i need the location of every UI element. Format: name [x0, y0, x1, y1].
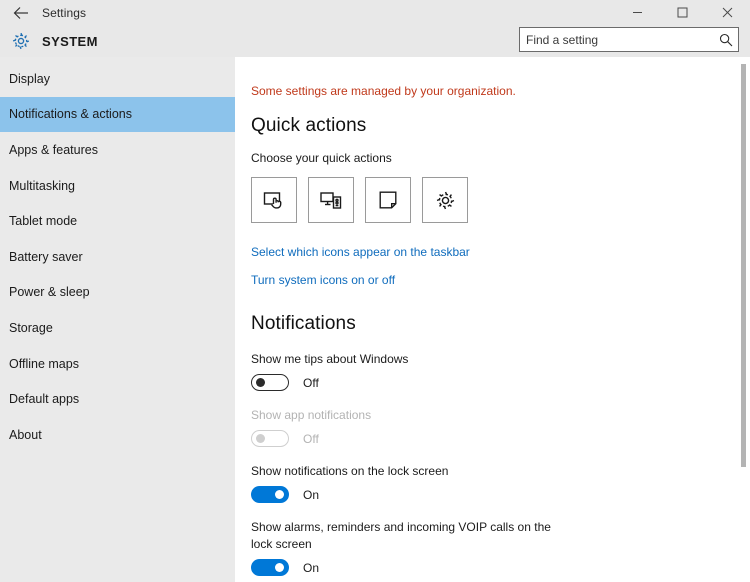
toggle-state-label: Off — [303, 431, 319, 446]
sidebar-item-label: Storage — [9, 320, 53, 335]
toggle-show-tips[interactable] — [251, 374, 289, 391]
sidebar-item-default-apps[interactable]: Default apps — [0, 381, 235, 417]
toggle-row: On — [251, 486, 750, 503]
sidebar-item-offline-maps[interactable]: Offline maps — [0, 346, 235, 382]
minimize-button[interactable] — [615, 0, 660, 25]
quick-actions-subheading: Choose your quick actions — [251, 151, 392, 165]
sidebar-item-label: Offline maps — [9, 356, 79, 371]
search-input[interactable] — [520, 28, 714, 51]
sidebar-item-label: About — [9, 427, 42, 442]
note-icon — [377, 189, 399, 211]
tablet-mode-icon — [262, 188, 286, 212]
sidebar-item-label: Multitasking — [9, 178, 75, 193]
sidebar-item-label: Battery saver — [9, 249, 83, 264]
quick-action-note[interactable] — [365, 177, 411, 223]
sidebar-item-display[interactable]: Display — [0, 61, 235, 97]
gear-icon — [434, 189, 457, 212]
toggle-state-label: On — [303, 560, 320, 575]
toggle-row: Off — [251, 430, 750, 447]
organization-managed-note: Some settings are managed by your organi… — [251, 84, 516, 98]
sidebar-item-label: Power & sleep — [9, 285, 90, 300]
quick-action-connect[interactable] — [308, 177, 354, 223]
toggle-knob — [275, 563, 284, 572]
page-title: SYSTEM — [42, 33, 98, 49]
setting-label: Show alarms, reminders and incoming VOIP… — [251, 520, 551, 551]
gear-icon — [0, 31, 42, 51]
link-turn-system-icons[interactable]: Turn system icons on or off — [251, 273, 750, 287]
sidebar-item-label: Tablet mode — [9, 214, 78, 229]
quick-action-tablet-mode[interactable] — [251, 177, 297, 223]
setting-label: Show app notifications — [251, 408, 372, 422]
window-controls — [615, 0, 750, 25]
settings-window: Settings SYSTEM Find a setting Display N… — [0, 0, 750, 582]
settings-content: Some settings are managed by your organi… — [235, 57, 750, 582]
scrollbar-thumb[interactable] — [741, 64, 746, 467]
sidebar-item-label: Default apps — [9, 392, 80, 407]
setting-show-tips: Show me tips about Windows Off — [251, 351, 750, 391]
notifications-heading: Notifications — [251, 313, 356, 334]
toggle-state-label: Off — [303, 375, 319, 390]
sidebar-item-about[interactable]: About — [0, 417, 235, 453]
sidebar-item-notifications-actions[interactable]: Notifications & actions — [0, 96, 235, 133]
toggle-show-app-notifications — [251, 430, 289, 447]
sidebar-item-battery-saver[interactable]: Battery saver — [0, 239, 235, 275]
toggle-row: Off — [251, 374, 750, 391]
sidebar-item-label: Notifications & actions — [9, 107, 132, 122]
toggle-lock-screen-alarms[interactable] — [251, 559, 289, 576]
sidebar-item-power-sleep[interactable]: Power & sleep — [0, 275, 235, 311]
search-icon[interactable] — [714, 28, 738, 51]
toggle-knob — [256, 378, 265, 387]
sidebar-item-tablet-mode[interactable]: Tablet mode — [0, 203, 235, 239]
sidebar-item-apps-features[interactable]: Apps & features — [0, 132, 235, 168]
back-button[interactable] — [0, 0, 42, 25]
content-scrollbar[interactable] — [737, 57, 750, 582]
sidebar-item-multitasking[interactable]: Multitasking — [0, 168, 235, 204]
setting-label: Show notifications on the lock screen — [251, 464, 449, 478]
quick-action-tiles — [251, 177, 750, 223]
connect-devices-icon — [319, 188, 343, 212]
sidebar-nav: Display Notifications & actions Apps & f… — [0, 57, 235, 582]
window-body: Display Notifications & actions Apps & f… — [0, 57, 750, 582]
link-select-taskbar-icons[interactable]: Select which icons appear on the taskbar — [251, 245, 750, 259]
window-title: Settings — [42, 5, 87, 20]
maximize-button[interactable] — [660, 0, 705, 25]
quick-actions-heading: Quick actions — [251, 115, 367, 136]
search-box[interactable] — [519, 27, 739, 52]
close-button[interactable] — [705, 0, 750, 25]
sidebar-item-label: Display — [9, 71, 50, 86]
toggle-lock-screen-notifications[interactable] — [251, 486, 289, 503]
sidebar-item-label: Apps & features — [9, 142, 98, 157]
toggle-knob — [256, 434, 265, 443]
toggle-row: On — [251, 559, 750, 576]
setting-lock-screen-alarms: Show alarms, reminders and incoming VOIP… — [251, 519, 750, 576]
setting-lock-screen-notifications: Show notifications on the lock screen On — [251, 463, 750, 503]
sidebar-item-storage[interactable]: Storage — [0, 310, 235, 346]
setting-label: Show me tips about Windows — [251, 352, 409, 366]
title-bar: Settings — [0, 0, 750, 25]
toggle-knob — [275, 490, 284, 499]
setting-show-app-notifications: Show app notifications Off — [251, 407, 750, 447]
quick-action-all-settings[interactable] — [422, 177, 468, 223]
toggle-state-label: On — [303, 487, 320, 502]
page-header: SYSTEM — [0, 25, 750, 57]
